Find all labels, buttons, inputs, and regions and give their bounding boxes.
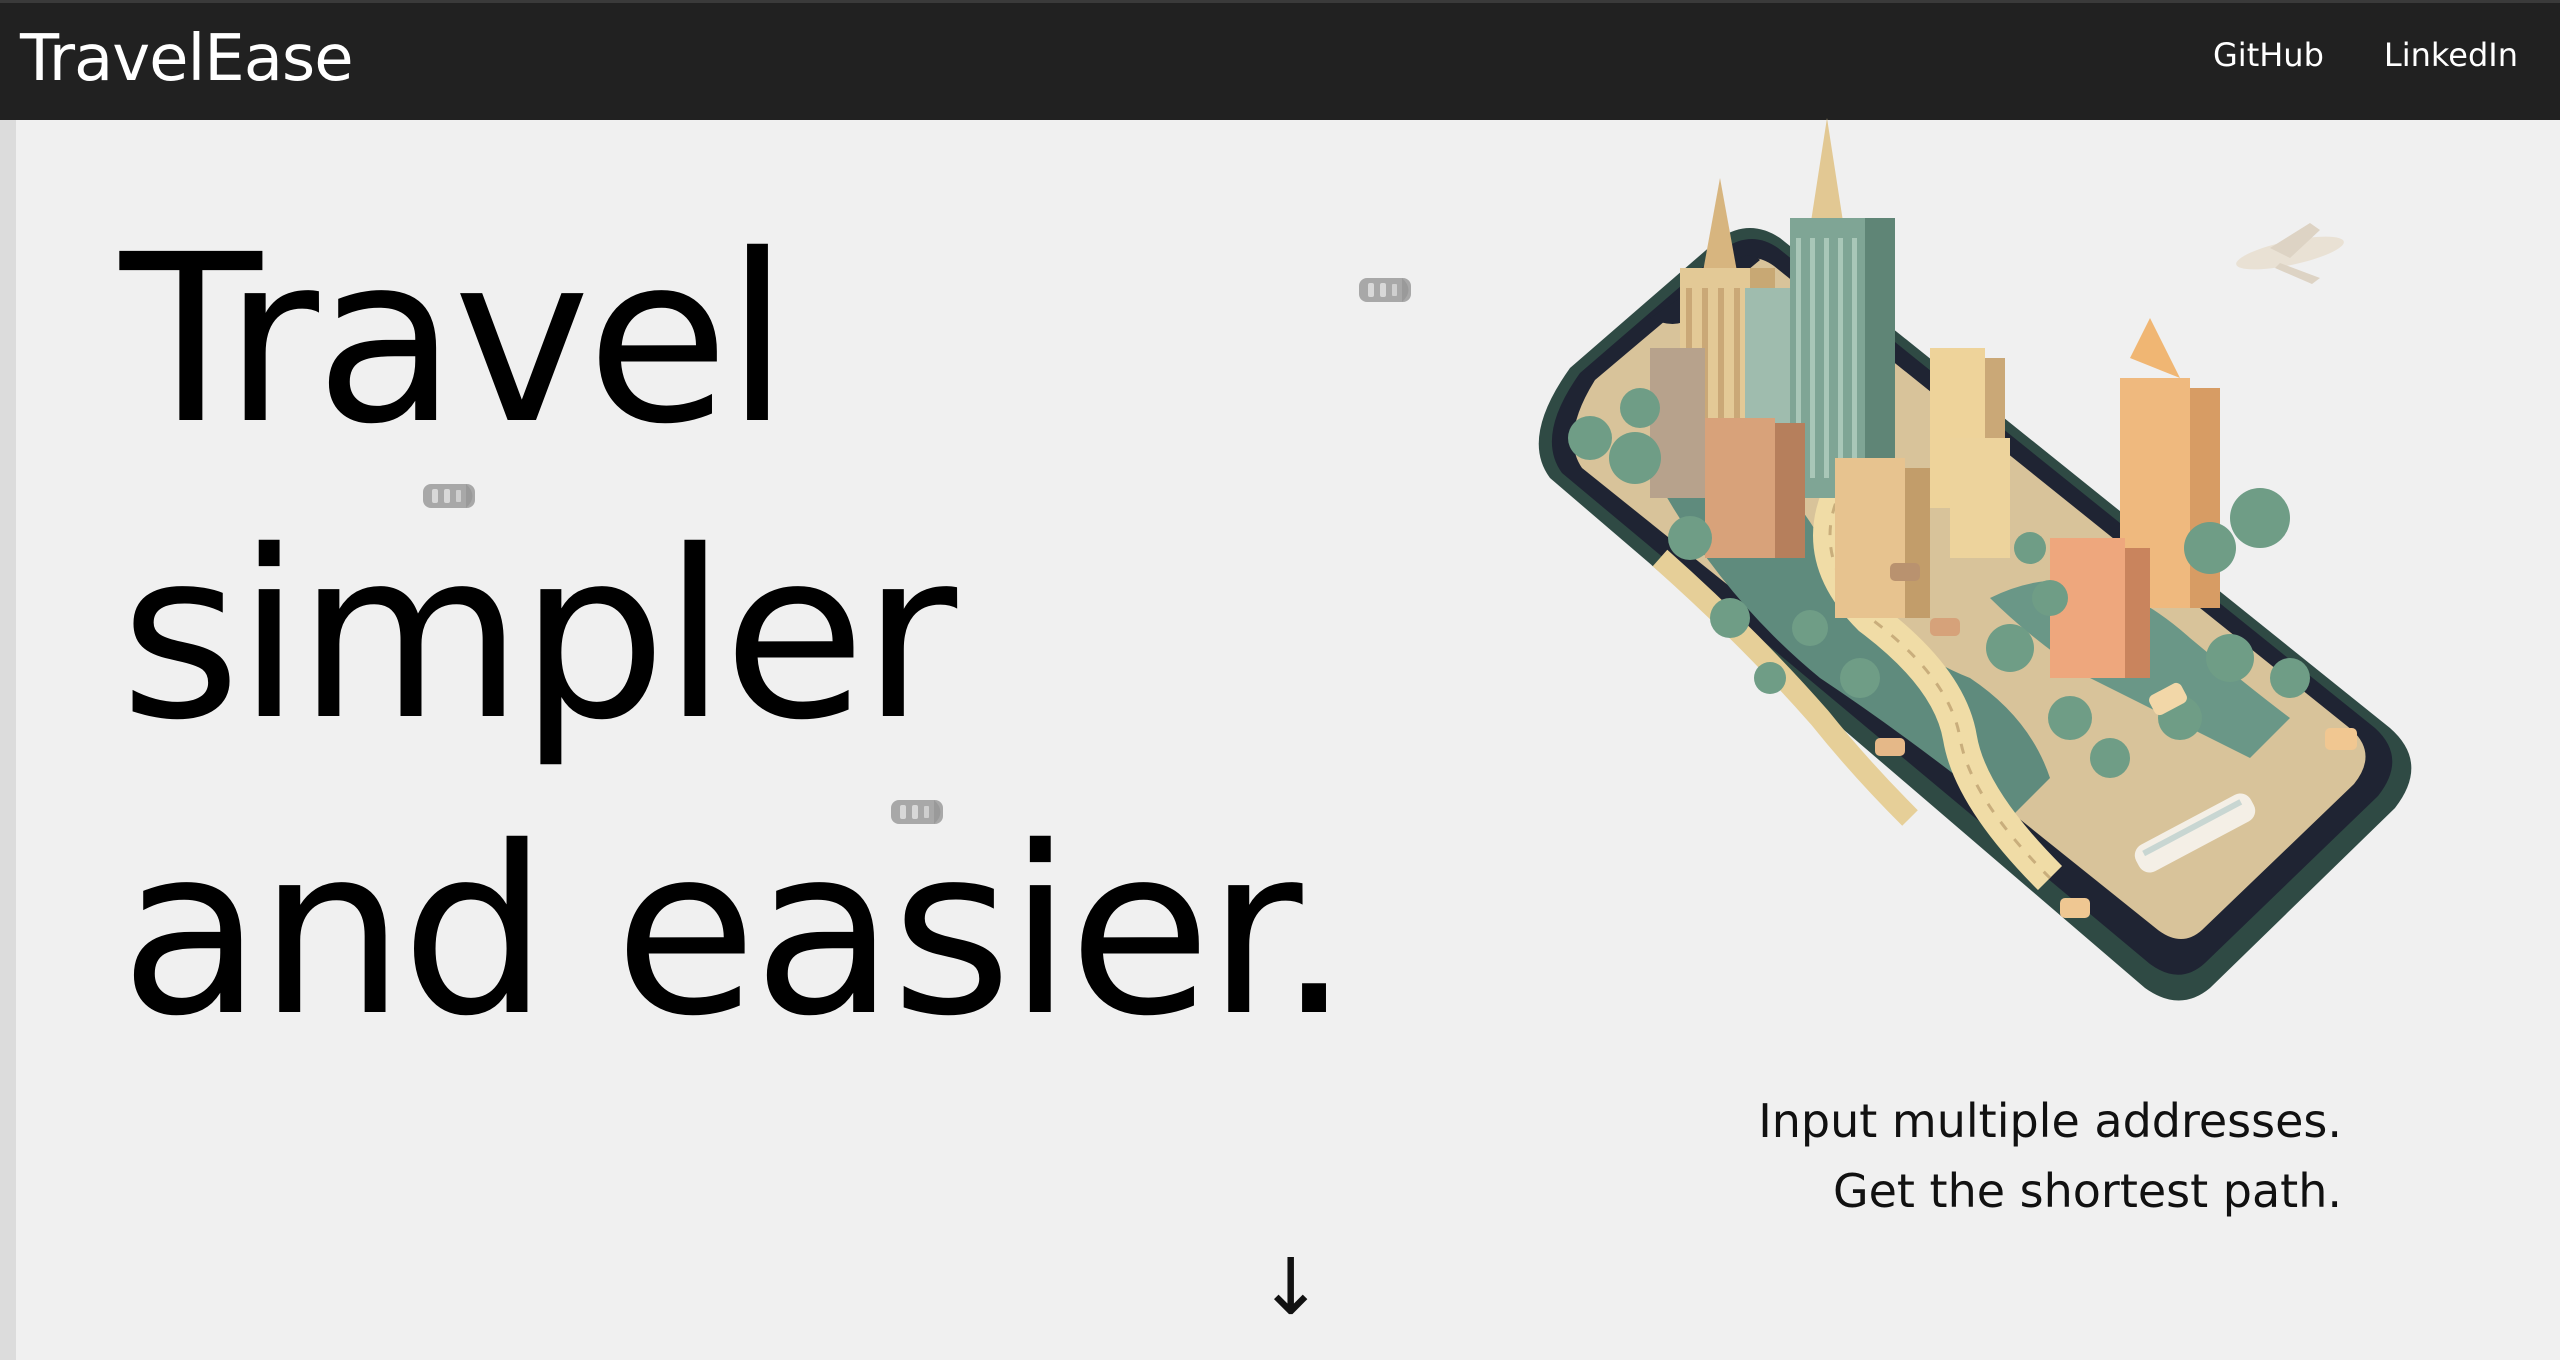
hero-title-line-3: and easier. [120, 797, 1351, 1067]
tagline: Input multiple addresses. Get the shorte… [1758, 1086, 2342, 1226]
brand-logo[interactable]: TravelEase [20, 19, 354, 99]
car-icon [423, 484, 475, 508]
hero-title-line-1: Travel [120, 205, 790, 475]
navbar: TravelEase GitHub LinkedIn [0, 0, 2560, 120]
arrow-down-icon[interactable]: ↓ [1258, 1238, 1323, 1338]
linkedin-link[interactable]: LinkedIn [2384, 33, 2518, 77]
github-link[interactable]: GitHub [2213, 33, 2324, 77]
tagline-line-1: Input multiple addresses. [1758, 1094, 2342, 1148]
nav-links: GitHub LinkedIn [2213, 33, 2518, 77]
tagline-line-2: Get the shortest path. [1832, 1164, 2342, 1218]
page: TravelEase GitHub LinkedIn Travel simple… [0, 0, 2560, 1360]
car-icon [891, 800, 943, 824]
hero-title: Travel simpler and easier. [120, 192, 1351, 1080]
phone-city-illustration [1538, 118, 2412, 1001]
hero-title-line-2: simpler [120, 501, 957, 771]
car-icon [1359, 278, 1411, 302]
page-edge [0, 0, 16, 1360]
